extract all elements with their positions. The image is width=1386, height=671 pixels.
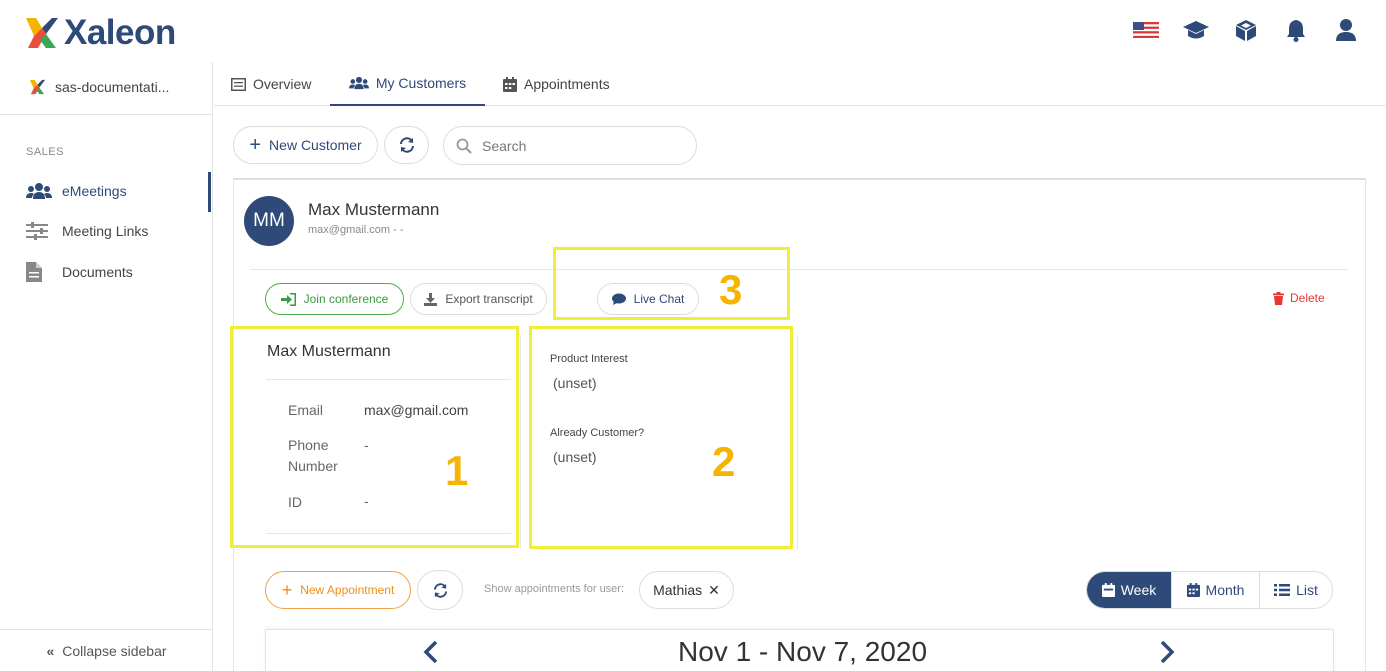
- sidebar-item-label: Documents: [62, 264, 133, 280]
- refresh-customers-button[interactable]: [384, 126, 429, 164]
- new-appointment-label: New Appointment: [300, 583, 395, 597]
- xaleon-logo[interactable]: Xaleon: [22, 13, 176, 53]
- calendar-icon: [503, 76, 517, 92]
- panel-divider: [797, 335, 798, 549]
- cube-icon[interactable]: [1232, 16, 1260, 44]
- card-divider: [250, 269, 1348, 270]
- users-icon: [348, 76, 369, 90]
- sidebar-item-documents[interactable]: Documents: [0, 255, 213, 289]
- sidebar-divider: [0, 114, 213, 115]
- new-customer-label: New Customer: [269, 137, 362, 153]
- trash-icon: [1273, 291, 1284, 305]
- view-month-label: Month: [1205, 582, 1245, 598]
- customer-name: Max Mustermann: [308, 200, 440, 219]
- highlight-box-fields: [529, 326, 793, 549]
- collapse-sidebar-button[interactable]: « Collapse sidebar: [0, 629, 213, 671]
- user-filter-name: Mathias: [653, 582, 703, 598]
- chevron-left-icon[interactable]: [421, 639, 441, 665]
- user-filter-chip[interactable]: Mathias ✕: [639, 571, 734, 609]
- annotation-number-1: 1: [445, 447, 469, 494]
- sidebar-item-meeting-links[interactable]: Meeting Links: [0, 214, 213, 248]
- view-week-button[interactable]: Week: [1087, 572, 1172, 608]
- export-transcript-label: Export transcript: [445, 292, 533, 306]
- view-list-button[interactable]: List: [1260, 572, 1332, 608]
- download-icon: [424, 292, 438, 306]
- sidebar-item-label: eMeetings: [62, 183, 127, 199]
- org-logo-icon: [29, 79, 46, 95]
- collapse-sidebar-label: Collapse sidebar: [62, 642, 167, 659]
- tab-label: Overview: [253, 76, 312, 92]
- sign-in-icon: [280, 292, 296, 306]
- tab-my-customers[interactable]: My Customers: [330, 62, 485, 106]
- join-conference-button[interactable]: Join conference: [265, 283, 404, 315]
- organization-name: sas-documentati...: [55, 79, 170, 95]
- double-chevron-left-icon: «: [46, 642, 55, 659]
- us-flag-icon[interactable]: [1132, 16, 1160, 44]
- list-icon: [1274, 584, 1291, 596]
- brand-name: Xaleon: [64, 13, 176, 52]
- annotation-number-2: 2: [712, 438, 736, 485]
- show-appointments-for-label: Show appointments for user:: [484, 583, 625, 595]
- delete-label: Delete: [1290, 291, 1325, 305]
- sliders-icon: [26, 222, 56, 240]
- tab-label: Appointments: [524, 76, 610, 92]
- customer-subtitle: max@gmail.com - -: [308, 224, 404, 236]
- view-month-button[interactable]: Month: [1172, 572, 1260, 608]
- document-icon: [26, 262, 56, 282]
- calendar-range-title: Nov 1 - Nov 7, 2020: [678, 636, 928, 667]
- join-conference-label: Join conference: [303, 292, 389, 306]
- sidebar-active-indicator: [208, 172, 211, 212]
- tab-appointments[interactable]: Appointments: [503, 62, 633, 106]
- panel-divider: [520, 335, 521, 549]
- main-tabs: Overview My Customers Appointments: [214, 62, 1386, 106]
- close-icon[interactable]: ✕: [708, 582, 720, 599]
- graduation-cap-icon[interactable]: [1182, 16, 1210, 44]
- view-list-label: List: [1296, 582, 1318, 598]
- search-icon: [456, 138, 472, 154]
- export-transcript-button[interactable]: Export transcript: [410, 283, 547, 315]
- search-input[interactable]: [482, 137, 672, 154]
- calendar-icon: [1186, 583, 1200, 597]
- annotation-number-3: 3: [719, 266, 743, 313]
- users-icon: [26, 182, 56, 200]
- calendar-icon: [1101, 583, 1115, 597]
- plus-icon: +: [281, 580, 293, 600]
- new-customer-button[interactable]: + New Customer: [233, 126, 378, 164]
- highlight-box-live-chat: [553, 247, 790, 320]
- calendar-view-switcher: Week Month List: [1086, 571, 1333, 609]
- delete-customer-button[interactable]: Delete: [1273, 291, 1325, 305]
- sidebar: sas-documentati... SALES eMeetings Meeti…: [0, 62, 213, 671]
- tab-label: My Customers: [375, 75, 467, 91]
- customer-search[interactable]: [443, 126, 697, 165]
- tab-overview[interactable]: Overview: [231, 62, 331, 106]
- avatar: MM: [244, 196, 294, 246]
- user-icon[interactable]: [1332, 16, 1360, 44]
- refresh-icon: [433, 582, 447, 598]
- refresh-appointments-button[interactable]: [417, 570, 463, 610]
- highlight-box-details: [230, 326, 519, 548]
- sidebar-item-emeetings[interactable]: eMeetings: [0, 174, 213, 208]
- xaleon-logo-icon: [26, 18, 58, 48]
- sidebar-section-sales: SALES: [26, 146, 64, 158]
- bell-icon[interactable]: [1282, 16, 1310, 44]
- plus-icon: +: [249, 134, 262, 156]
- refresh-icon: [399, 137, 414, 153]
- new-appointment-button[interactable]: + New Appointment: [265, 571, 411, 609]
- list-icon: [231, 77, 246, 91]
- organization-switcher[interactable]: sas-documentati...: [28, 78, 169, 96]
- chevron-right-icon[interactable]: [1157, 639, 1177, 665]
- sidebar-item-label: Meeting Links: [62, 223, 149, 239]
- view-week-label: Week: [1120, 582, 1157, 598]
- top-bar: Xaleon: [0, 0, 1386, 62]
